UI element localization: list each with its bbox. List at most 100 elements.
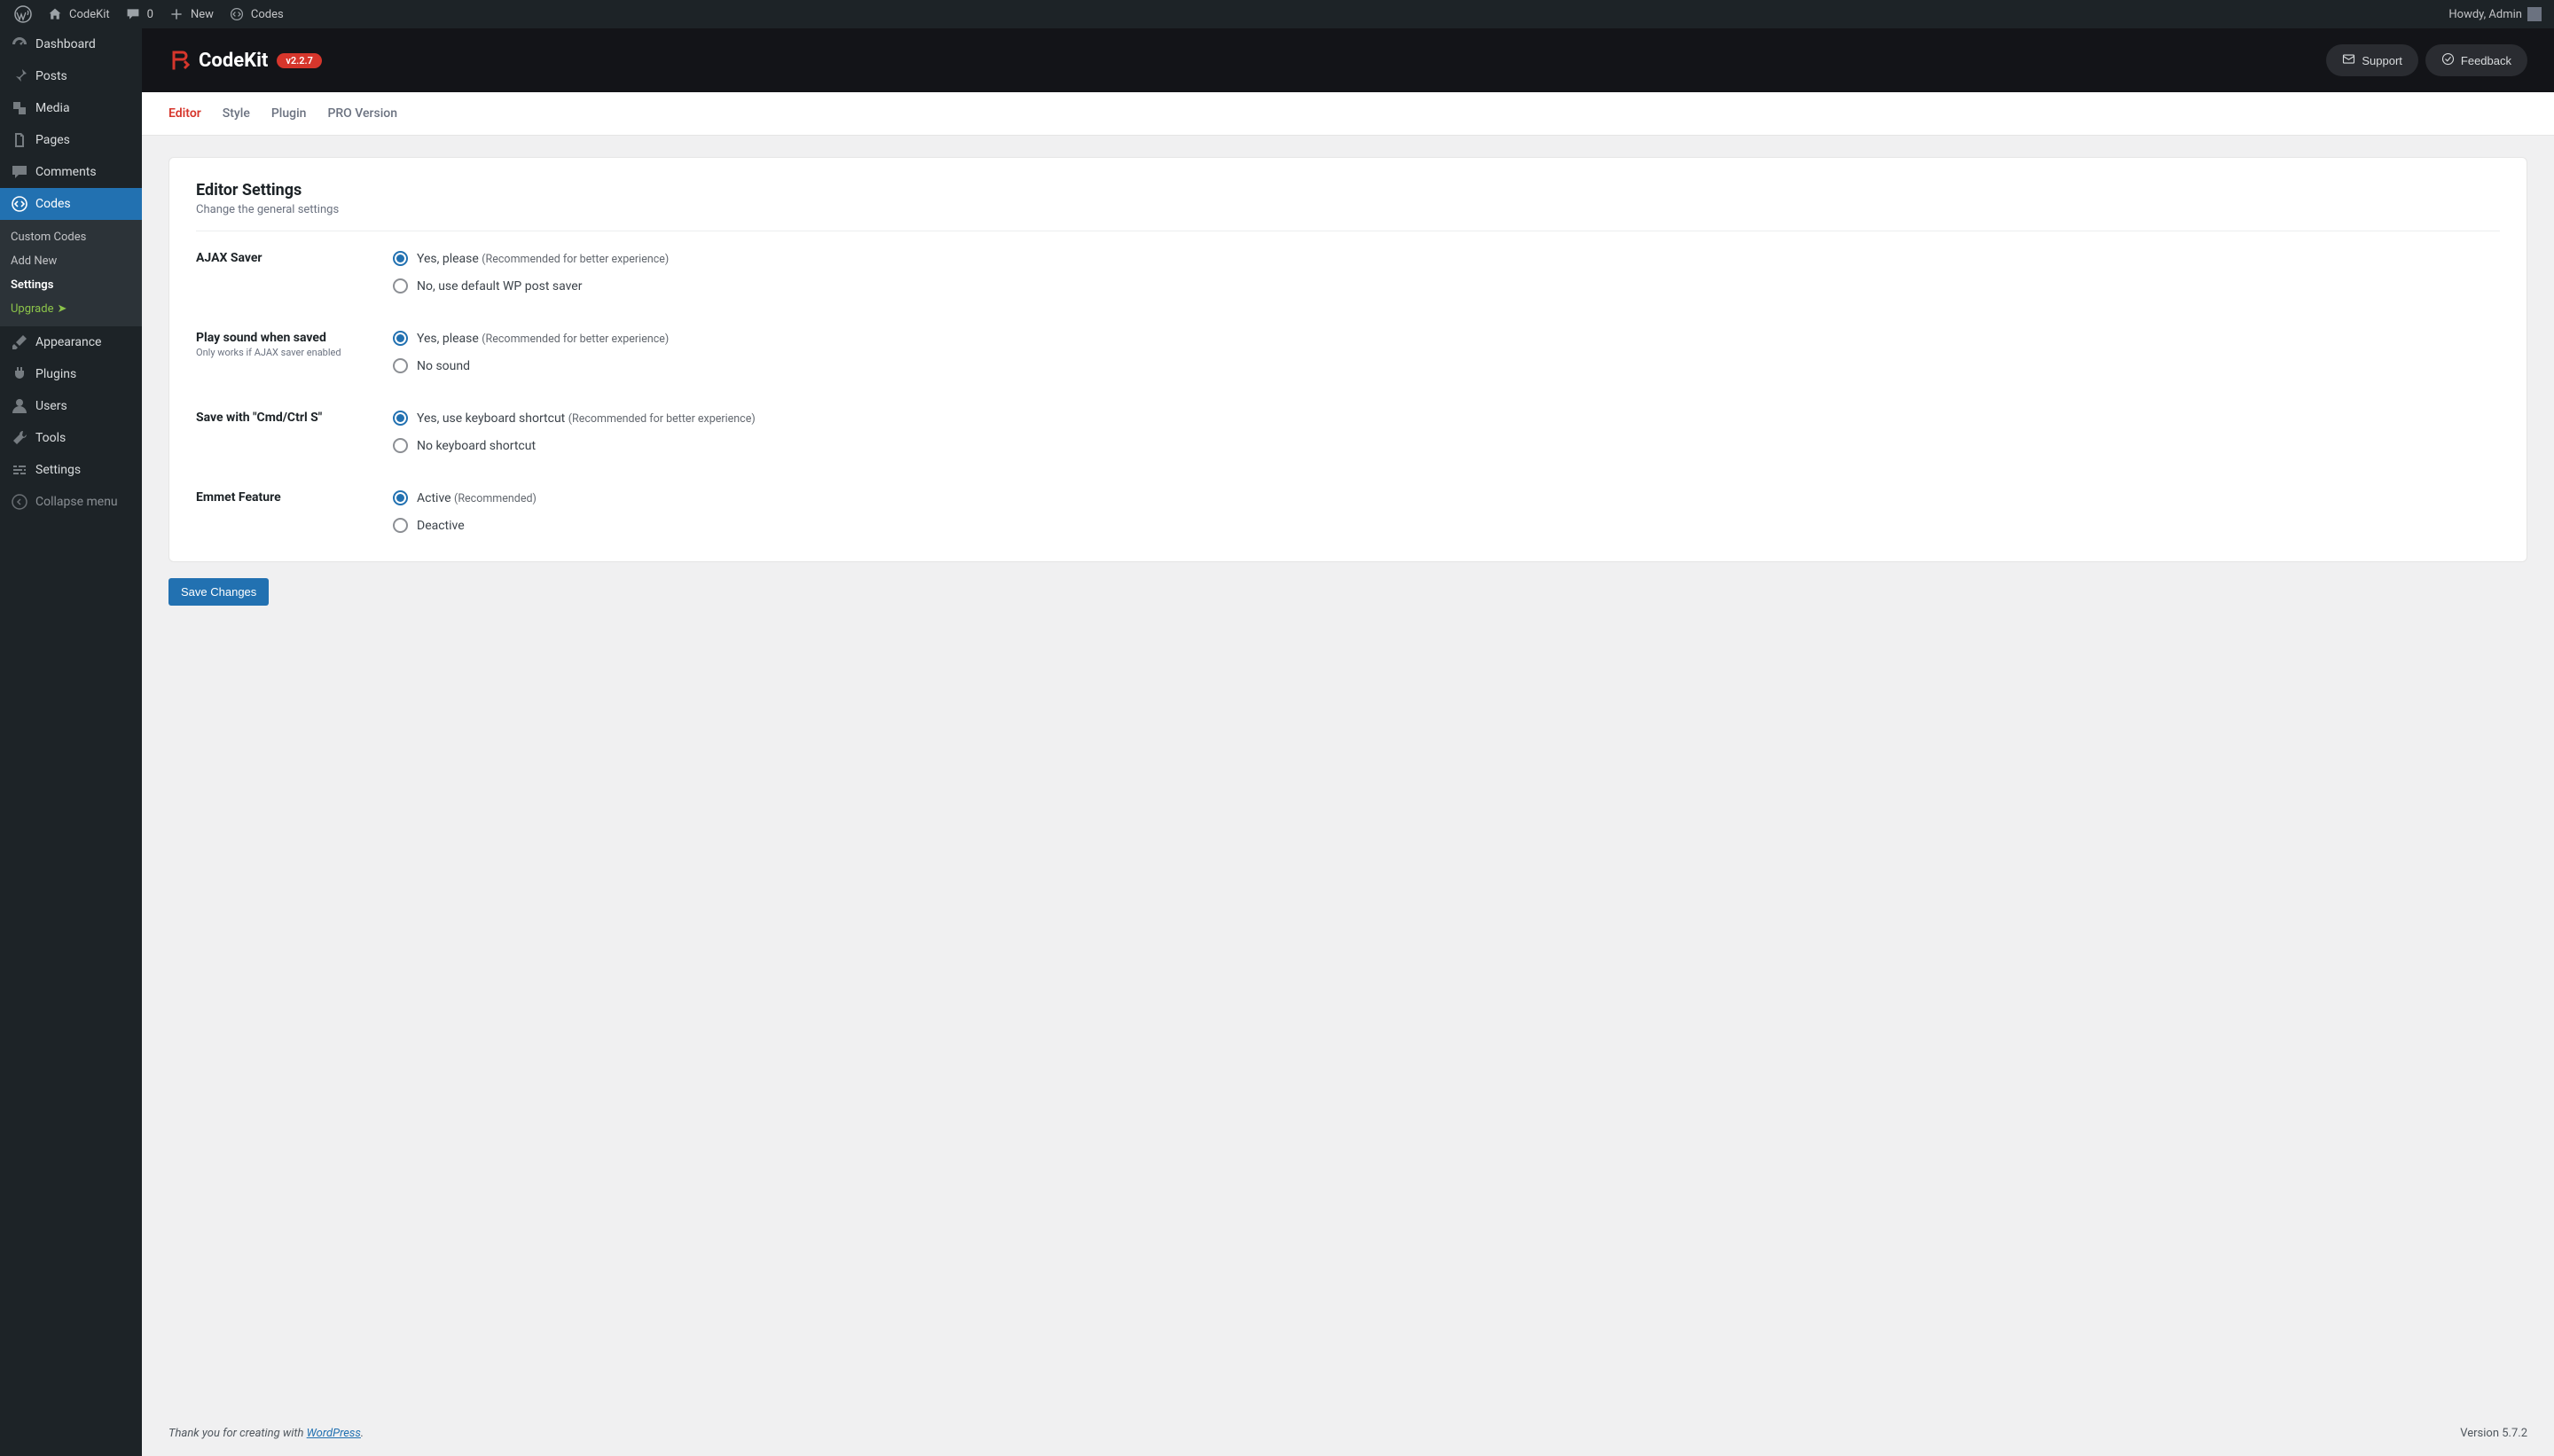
- setting-options: Yes, please (Recommended for better expe…: [393, 331, 669, 373]
- menu-comments[interactable]: Comments: [0, 156, 142, 188]
- menu-label: Media: [35, 101, 70, 115]
- radio-option[interactable]: No sound: [393, 358, 669, 373]
- version-badge: v2.2.7: [277, 53, 322, 68]
- tab-plugin[interactable]: Plugin: [271, 92, 307, 135]
- wp-logo-menu[interactable]: [7, 0, 39, 28]
- avatar: [2527, 7, 2542, 21]
- setting-label-col: AJAX Saver: [196, 251, 393, 265]
- check-circle-icon: [2441, 52, 2455, 68]
- logo-wrap: CodeKit v2.2.7: [168, 50, 322, 72]
- menu-label: Comments: [35, 165, 97, 179]
- code-circle-icon: [228, 5, 246, 23]
- radio-text: No keyboard shortcut: [417, 439, 536, 453]
- header-actions: Support Feedback: [2326, 44, 2527, 76]
- submenu-settings[interactable]: Settings: [0, 273, 142, 297]
- admin-sidebar: Dashboard Posts Media Pages Comments Cod…: [0, 28, 142, 1456]
- radio-option[interactable]: No, use default WP post saver: [393, 278, 669, 294]
- menu-users[interactable]: Users: [0, 390, 142, 422]
- save-changes-button[interactable]: Save Changes: [168, 578, 269, 606]
- menu-pages[interactable]: Pages: [0, 124, 142, 156]
- menu-dashboard[interactable]: Dashboard: [0, 28, 142, 60]
- new-label: New: [191, 8, 214, 21]
- feedback-button[interactable]: Feedback: [2425, 44, 2527, 76]
- radio-text: Deactive: [417, 519, 465, 533]
- menu-label: Codes: [35, 197, 71, 211]
- radio-option[interactable]: Yes, please (Recommended for better expe…: [393, 331, 669, 346]
- setting-options: Yes, please (Recommended for better expe…: [393, 251, 669, 294]
- howdy-text: Howdy, Admin: [2448, 8, 2522, 21]
- support-button[interactable]: Support: [2326, 44, 2418, 76]
- tabs: Editor Style Plugin PRO Version: [142, 92, 2554, 136]
- radio-input[interactable]: [393, 331, 408, 346]
- menu-appearance[interactable]: Appearance: [0, 326, 142, 358]
- admin-bar-right[interactable]: Howdy, Admin: [2448, 7, 2547, 21]
- feedback-label: Feedback: [2461, 54, 2511, 67]
- tab-style[interactable]: Style: [223, 92, 250, 135]
- setting-row: Emmet FeatureActive (Recommended)Deactiv…: [196, 490, 2500, 533]
- codes-top-link[interactable]: Codes: [221, 0, 291, 28]
- setting-label: AJAX Saver: [196, 251, 393, 265]
- pin-icon: [11, 67, 28, 85]
- submenu-add-new[interactable]: Add New: [0, 249, 142, 273]
- radio-input[interactable]: [393, 438, 408, 453]
- setting-options: Active (Recommended) Deactive: [393, 490, 537, 533]
- setting-options: Yes, use keyboard shortcut (Recommended …: [393, 411, 756, 453]
- wordpress-icon: [14, 5, 32, 23]
- radio-text: Yes, please (Recommended for better expe…: [417, 252, 669, 266]
- radio-option[interactable]: Active (Recommended): [393, 490, 537, 505]
- menu-label: Pages: [35, 133, 70, 147]
- radio-input[interactable]: [393, 278, 408, 294]
- radio-input[interactable]: [393, 251, 408, 266]
- pages-icon: [11, 131, 28, 149]
- radio-note: (Recommended for better experience): [568, 412, 756, 426]
- setting-row: Save with "Cmd/Ctrl S"Yes, use keyboard …: [196, 411, 2500, 453]
- comments-link[interactable]: 0: [117, 0, 161, 28]
- card-title: Editor Settings: [196, 181, 2500, 200]
- radio-text: No, use default WP post saver: [417, 279, 582, 294]
- brush-icon: [11, 333, 28, 351]
- menu-plugins[interactable]: Plugins: [0, 358, 142, 390]
- menu-label: Tools: [35, 431, 66, 445]
- comment-icon: [124, 5, 142, 23]
- radio-option[interactable]: Yes, please (Recommended for better expe…: [393, 251, 669, 266]
- sliders-icon: [11, 461, 28, 479]
- radio-input[interactable]: [393, 411, 408, 426]
- menu-posts[interactable]: Posts: [0, 60, 142, 92]
- site-name-link[interactable]: CodeKit: [39, 0, 117, 28]
- radio-option[interactable]: Yes, use keyboard shortcut (Recommended …: [393, 411, 756, 426]
- codes-top-label: Codes: [251, 8, 284, 21]
- radio-option[interactable]: Deactive: [393, 518, 537, 533]
- submenu-upgrade[interactable]: Upgrade ➤: [0, 297, 142, 321]
- upgrade-label: Upgrade: [11, 302, 53, 316]
- menu-tools[interactable]: Tools: [0, 422, 142, 454]
- radio-option[interactable]: No keyboard shortcut: [393, 438, 756, 453]
- collapse-menu[interactable]: Collapse menu: [0, 486, 142, 518]
- menu-label: Posts: [35, 69, 67, 83]
- codekit-logo-icon: [168, 50, 190, 71]
- admin-bar-left: CodeKit 0 New Codes: [7, 0, 291, 28]
- tab-pro[interactable]: PRO Version: [327, 92, 397, 135]
- menu-settings[interactable]: Settings: [0, 454, 142, 486]
- footer-thanks: Thank you for creating with WordPress.: [168, 1427, 364, 1440]
- menu-media[interactable]: Media: [0, 92, 142, 124]
- setting-hint: Only works if AJAX saver enabled: [196, 347, 393, 358]
- plug-icon: [11, 365, 28, 383]
- submenu-custom-codes[interactable]: Custom Codes: [0, 225, 142, 249]
- menu-codes[interactable]: Codes: [0, 188, 142, 220]
- setting-label: Play sound when saved: [196, 331, 393, 345]
- radio-input[interactable]: [393, 490, 408, 505]
- dashboard-icon: [11, 35, 28, 53]
- footer-version: Version 5.7.2: [2460, 1427, 2527, 1440]
- card-subtitle: Change the general settings: [196, 203, 2500, 216]
- content-wrap: Editor Settings Change the general setti…: [142, 136, 2554, 1411]
- comments-count: 0: [147, 8, 153, 21]
- menu-label: Users: [35, 399, 67, 413]
- radio-input[interactable]: [393, 358, 408, 373]
- radio-input[interactable]: [393, 518, 408, 533]
- wordpress-link[interactable]: WordPress: [307, 1427, 361, 1440]
- tab-editor[interactable]: Editor: [168, 92, 201, 135]
- settings-card: Editor Settings Change the general setti…: [168, 157, 2527, 562]
- new-content-link[interactable]: New: [161, 0, 221, 28]
- user-icon: [11, 397, 28, 415]
- radio-text: Yes, use keyboard shortcut (Recommended …: [417, 411, 756, 426]
